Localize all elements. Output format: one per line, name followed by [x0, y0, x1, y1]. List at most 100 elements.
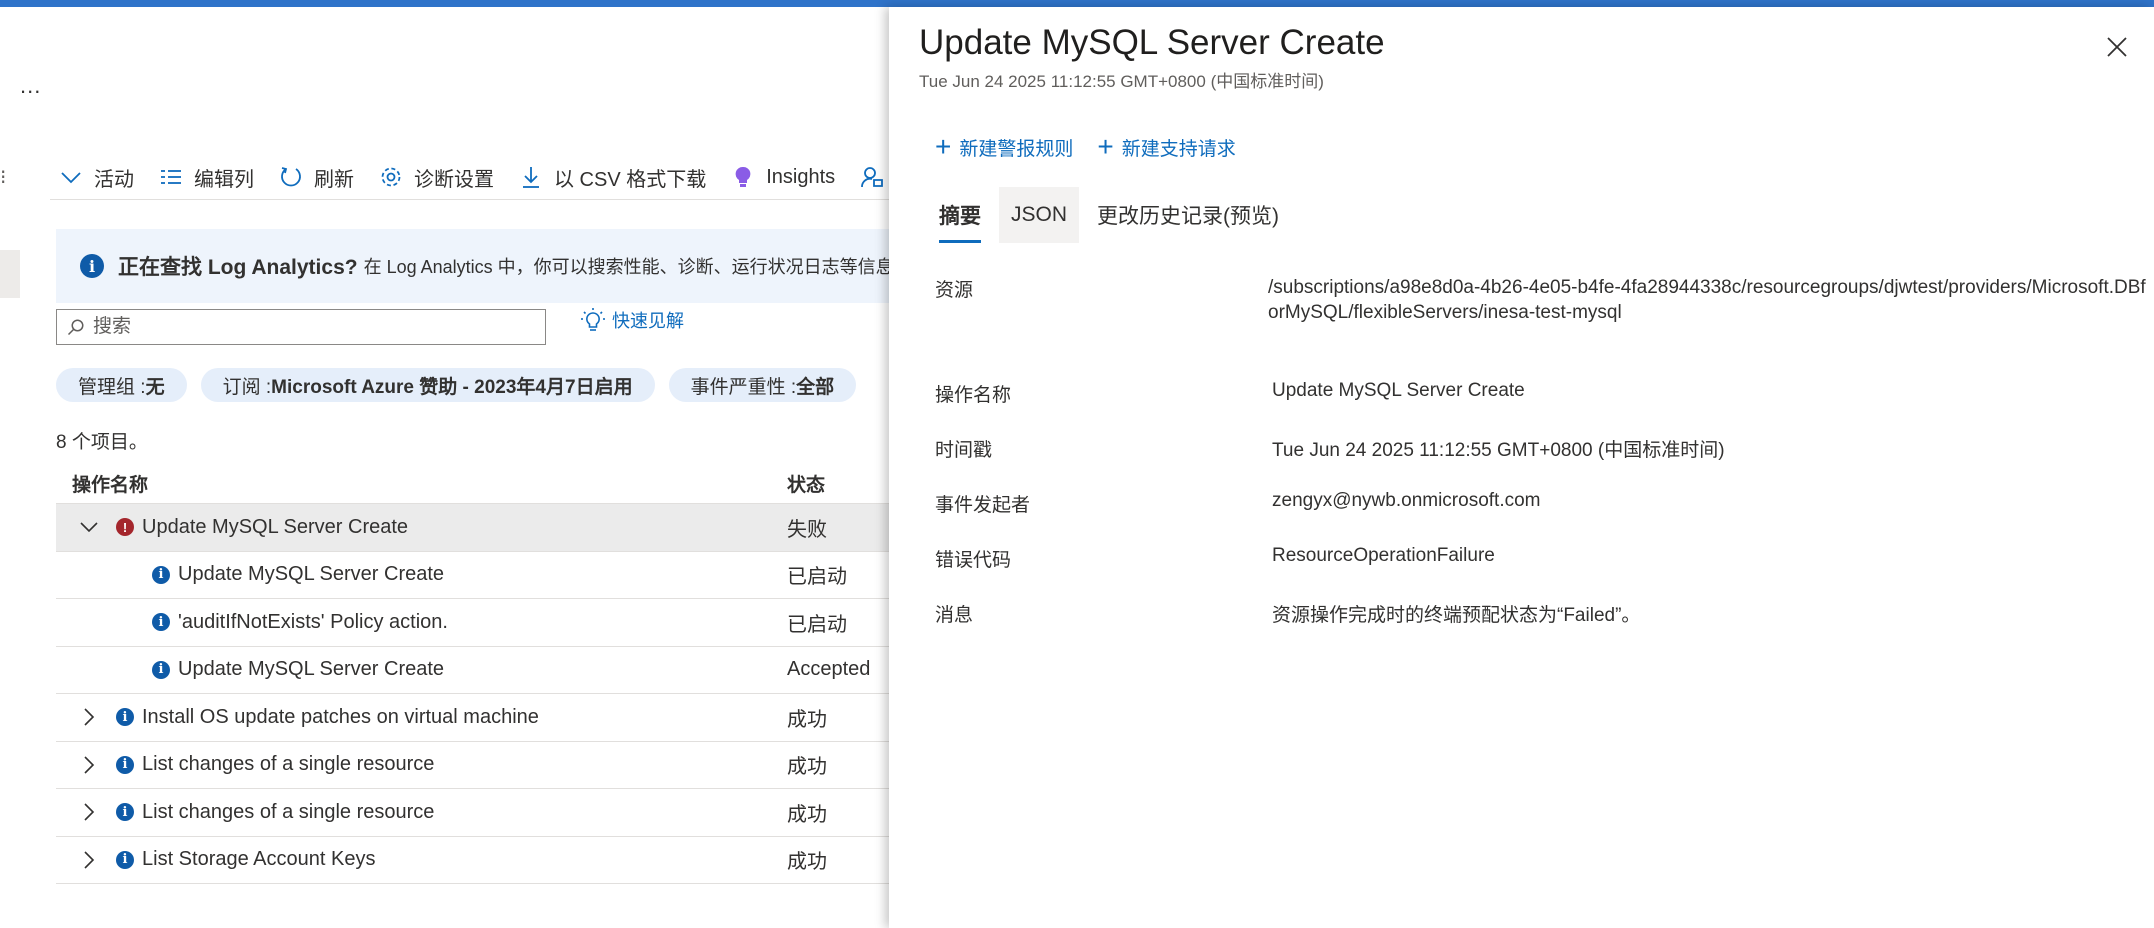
operation-cell: i Install OS update patches on virtual ma… — [56, 700, 787, 734]
table-row[interactable]: i Update MySQL Server Create Accepted — [56, 647, 889, 694]
download-csv-label: 以 CSV 格式下载 — [554, 168, 707, 191]
filter-event-severity[interactable]: 事件严重性 : 全部 — [668, 368, 857, 402]
refresh-icon — [278, 164, 304, 190]
error-icon: ! — [116, 518, 134, 537]
plus-icon: + — [1097, 131, 1114, 162]
detail-value: zengyx@nywb.onmicrosoft.com — [1272, 490, 1541, 511]
table-row[interactable]: i Install OS update patches on virtual ma… — [56, 694, 889, 742]
gear-icon — [378, 164, 404, 190]
operation-name: Update MySQL Server Create — [142, 515, 409, 538]
info-icon: i — [152, 565, 170, 584]
table-row[interactable]: i List changes of a single resource 成功 — [56, 789, 889, 837]
info-icon: i — [116, 803, 134, 822]
column-header-operation[interactable]: 操作名称 — [56, 470, 787, 497]
chevron-right-icon[interactable] — [72, 795, 106, 829]
status-cell: 成功 — [787, 851, 827, 874]
detail-label: 资源 — [935, 280, 974, 301]
detail-event-initiator: 事件发起者 zengyx@nywb.onmicrosoft.com — [935, 490, 2154, 545]
operation-cell: i List Storage Account Keys — [56, 843, 787, 877]
lightbulb-icon — [730, 164, 756, 190]
selected-nav-indicator — [0, 250, 20, 298]
operation-name: Update MySQL Server Create — [178, 563, 445, 586]
top-accent-bar — [0, 0, 2154, 7]
table-row[interactable]: i 'auditIfNotExists' Policy action. 已启动 — [56, 599, 889, 647]
filter-key: 管理组 : — [78, 376, 146, 398]
operation-name: 'auditIfNotExists' Policy action. — [178, 610, 448, 633]
plus-icon: + — [935, 131, 952, 162]
edit-columns-button[interactable]: 编辑列 — [158, 163, 254, 192]
operation-name: Update MySQL Server Create — [178, 658, 445, 681]
chevron-right-icon[interactable] — [72, 748, 106, 782]
info-icon: i — [80, 254, 104, 278]
chevron-down-icon[interactable] — [72, 510, 106, 544]
operation-cell: i Update MySQL Server Create — [56, 563, 787, 586]
status-cell: Accepted — [787, 658, 871, 681]
event-detail-panel: Update MySQL Server Create Tue Jun 24 20… — [889, 7, 2154, 928]
edit-columns-icon — [158, 164, 184, 190]
activity-log-pane: ... ⁝ 活动 编辑列 刷新 诊断设置 以 CSV 格式下载 Insights… — [0, 7, 889, 928]
operation-name: List Storage Account Keys — [142, 848, 376, 871]
edit-columns-label: 编辑列 — [194, 168, 254, 191]
activity-button[interactable]: 活动 — [58, 163, 134, 192]
column-header-status[interactable]: 状态 — [787, 470, 825, 497]
new-support-request-button[interactable]: + 新建支持请求 — [1097, 133, 1235, 161]
detail-value: /subscriptions/a98e8d0a-4b26-4e05-b4fe-4… — [1268, 277, 2146, 323]
operation-name: List changes of a single resource — [142, 800, 435, 823]
table-row[interactable]: i Update MySQL Server Create 已启动 — [56, 552, 889, 599]
tab-summary[interactable]: 摘要 — [927, 187, 993, 243]
download-csv-button[interactable]: 以 CSV 格式下载 — [518, 163, 706, 192]
chevron-down-icon — [58, 164, 84, 190]
refresh-button[interactable]: 刷新 — [278, 163, 354, 192]
quick-insights-link[interactable]: 快速见解 — [580, 307, 684, 333]
status-cell: 成功 — [787, 803, 827, 826]
detail-value: 资源操作完成时的终端预配状态为“Failed”。 — [1272, 605, 1641, 626]
operation-name: List changes of a single resource — [142, 753, 435, 776]
activity-table: 操作名称 状态 ! Update MySQL Server Create 失败 i Up… — [56, 464, 889, 884]
log-analytics-banner: i 正在查找 Log Analytics? 在 Log Analytics 中，… — [56, 229, 889, 303]
table-row[interactable]: i List changes of a single resource 成功 — [56, 742, 889, 789]
diagnostic-settings-button[interactable]: 诊断设置 — [378, 163, 494, 192]
table-row[interactable]: i List Storage Account Keys 成功 — [56, 837, 889, 884]
detail-label: 操作名称 — [935, 385, 1012, 406]
refresh-label: 刷新 — [314, 168, 354, 191]
banner-title: 正在查找 Log Analytics? — [118, 256, 358, 279]
event-details: 资源 /subscriptions/a98e8d0a-4b26-4e05-b4f… — [935, 275, 2154, 655]
info-icon: i — [116, 755, 134, 774]
status-cell: 已启动 — [787, 613, 847, 636]
status-cell: 失败 — [787, 518, 827, 541]
detail-value: Tue Jun 24 2025 11:12:55 GMT+0800 (中国标准时… — [1272, 440, 1725, 461]
more-options-button[interactable]: ... — [20, 73, 41, 99]
info-icon: i — [152, 660, 170, 679]
filter-management-group[interactable]: 管理组 : 无 — [56, 368, 187, 402]
filter-subscription[interactable]: 订阅 : Microsoft Azure 赞助 - 2023年4月7日启用 — [200, 368, 655, 402]
detail-error-code: 错误代码 ResourceOperationFailure — [935, 545, 2154, 600]
tab-change-history[interactable]: 更改历史记录(预览) — [1085, 187, 1291, 243]
close-button[interactable] — [2099, 29, 2135, 65]
operation-name: Install OS update patches on virtual mac… — [142, 705, 539, 728]
detail-message: 消息 资源操作完成时的终端预配状态为“Failed”。 — [935, 600, 2154, 655]
feedback-button[interactable] — [859, 164, 889, 190]
detail-operation-name: 操作名称 Update MySQL Server Create — [935, 380, 2154, 435]
tab-json[interactable]: JSON — [999, 187, 1080, 243]
table-header: 操作名称 状态 — [56, 464, 889, 504]
chevron-right-icon[interactable] — [72, 843, 106, 877]
search-input[interactable] — [93, 316, 513, 338]
new-alert-rule-button[interactable]: + 新建警报规则 — [935, 133, 1073, 161]
operation-cell: ! Update MySQL Server Create — [56, 510, 787, 544]
filter-value: Microsoft Azure 赞助 - 2023年4月7日启用 — [271, 376, 633, 398]
search-box — [56, 309, 546, 345]
filter-key: 订阅 : — [222, 376, 272, 398]
lightbulb-outline-icon — [581, 308, 605, 331]
table-row[interactable]: ! Update MySQL Server Create 失败 — [56, 504, 889, 552]
insights-button[interactable]: Insights — [730, 164, 835, 190]
filter-value: 全部 — [796, 376, 835, 398]
panel-subtitle: Tue Jun 24 2025 11:12:55 GMT+0800 (中国标准时… — [919, 72, 1324, 91]
chevron-right-icon[interactable] — [72, 700, 106, 734]
search-icon — [67, 319, 84, 336]
detail-resource: 资源 /subscriptions/a98e8d0a-4b26-4e05-b4f… — [935, 275, 2154, 380]
command-toolbar: 活动 编辑列 刷新 诊断设置 以 CSV 格式下载 Insights — [58, 159, 889, 195]
quick-insights-label: 快速见解 — [612, 311, 684, 331]
download-icon — [518, 164, 544, 190]
operation-cell: i List changes of a single resource — [56, 748, 787, 782]
status-cell: 成功 — [787, 756, 827, 779]
